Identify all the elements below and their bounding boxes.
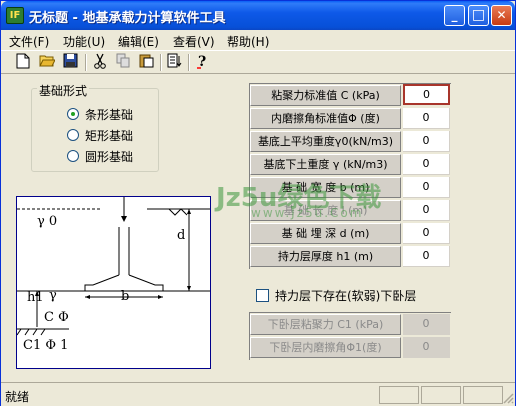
param-label: 基 础 埋 深 d (m)	[250, 223, 401, 244]
weak-layer-checkbox-row[interactable]: 持力层下存在(软弱)下卧层	[256, 287, 416, 304]
radio-strip-foundation[interactable]: 条形基础	[67, 106, 133, 122]
param-label: 内磨擦角标准值Φ (度)	[250, 108, 401, 129]
c1-phi1-label: C1 Φ 1	[23, 338, 69, 353]
maximize-button[interactable]: □	[468, 5, 489, 26]
resize-grip-icon[interactable]	[503, 393, 514, 404]
open-folder-icon[interactable]	[37, 53, 57, 72]
weak-layer-checkbox-label: 持力层下存在(软弱)下卧层	[275, 289, 417, 303]
toolbar-separator	[188, 54, 190, 71]
menu-view[interactable]: 查看(V)	[173, 33, 215, 50]
param-label: 粘聚力标准值 C (kPa)	[250, 85, 401, 106]
radio-label: 条形基础	[85, 107, 134, 122]
title-bar[interactable]: IF 无标题 - 地基承载力计算软件工具 _ □ ✕	[1, 1, 515, 30]
toolbar-separator	[160, 54, 162, 71]
svg-text:?: ?	[198, 54, 206, 69]
menu-file[interactable]: 文件(F)	[9, 33, 49, 50]
radio-button[interactable]	[67, 150, 79, 162]
menu-help[interactable]: 帮助(H)	[227, 33, 269, 50]
help-icon[interactable]: ?	[192, 53, 212, 72]
weak-friction-angle-input[interactable]: 0	[403, 337, 450, 358]
radio-circular-foundation[interactable]: 圆形基础	[67, 148, 133, 164]
gamma0-label: γ 0	[37, 214, 58, 229]
gamma-label: γ	[49, 288, 57, 303]
toolbar-separator	[85, 54, 87, 71]
menu-edit[interactable]: 编辑(E)	[118, 33, 159, 50]
param-label: 下卧层粘聚力 C1 (kPa)	[250, 314, 401, 335]
copy-icon[interactable]	[113, 53, 133, 72]
width-b-label: b	[121, 289, 130, 304]
status-pane	[379, 386, 419, 404]
status-bar: 就绪	[1, 382, 515, 406]
menu-bar: 文件(F) 功能(U) 编辑(E) 查看(V) 帮助(H)	[1, 30, 515, 50]
layer-thickness-h1-input[interactable]: 0	[403, 246, 450, 267]
new-file-icon[interactable]	[13, 53, 33, 72]
foundation-diagram: γ 0 d b h1 γ C Φ C1 Φ 1	[16, 196, 211, 369]
friction-angle-input[interactable]: 0	[403, 108, 450, 129]
status-pane	[463, 386, 503, 404]
radio-label: 圆形基础	[85, 149, 134, 164]
export-icon[interactable]	[164, 53, 184, 72]
h1-label: h1	[27, 290, 44, 305]
close-button[interactable]: ✕	[491, 5, 512, 26]
param-label: 持力层厚度 h1 (m)	[250, 246, 401, 267]
radio-button[interactable]	[67, 129, 79, 141]
weak-layer-checkbox[interactable]	[256, 289, 269, 302]
depth-d-input[interactable]: 0	[403, 223, 450, 244]
gamma0-input[interactable]: 0	[403, 131, 450, 152]
app-icon[interactable]: IF	[6, 7, 24, 24]
toolbar: ?	[1, 50, 515, 74]
length-l-input[interactable]: 0	[403, 200, 450, 221]
status-pane	[421, 386, 461, 404]
depth-d-label: d	[177, 228, 186, 243]
gamma-input[interactable]: 0	[403, 154, 450, 175]
width-b-input[interactable]: 0	[403, 177, 450, 198]
app-window: IF 无标题 - 地基承载力计算软件工具 _ □ ✕ 文件(F) 功能(U) 编…	[0, 0, 516, 406]
menu-function[interactable]: 功能(U)	[63, 33, 105, 50]
status-text: 就绪	[5, 390, 30, 404]
param-label: 下卧层内磨擦角Φ1(度)	[250, 337, 401, 358]
radio-button[interactable]	[67, 108, 79, 120]
param-label: 基底上平均重度γ0(kN/m3)	[250, 131, 401, 152]
window-title: 无标题 - 地基承载力计算软件工具	[29, 11, 226, 26]
minimize-button[interactable]: _	[444, 5, 465, 26]
weak-cohesion-c1-input[interactable]: 0	[403, 314, 450, 335]
cohesion-c-input[interactable]: 0	[403, 84, 450, 105]
paste-icon[interactable]	[136, 53, 156, 72]
foundation-type-label: 基础形式	[37, 82, 90, 99]
cut-icon[interactable]	[90, 53, 110, 72]
c-phi-label: C Φ	[44, 310, 69, 325]
param-label: 基底下土重度 γ (kN/m3)	[250, 154, 401, 175]
watermark-sub: www.Jz5u.Com	[251, 206, 364, 220]
radio-label: 矩形基础	[85, 128, 134, 143]
radio-rectangular-foundation[interactable]: 矩形基础	[67, 127, 133, 143]
save-icon[interactable]	[60, 53, 80, 72]
